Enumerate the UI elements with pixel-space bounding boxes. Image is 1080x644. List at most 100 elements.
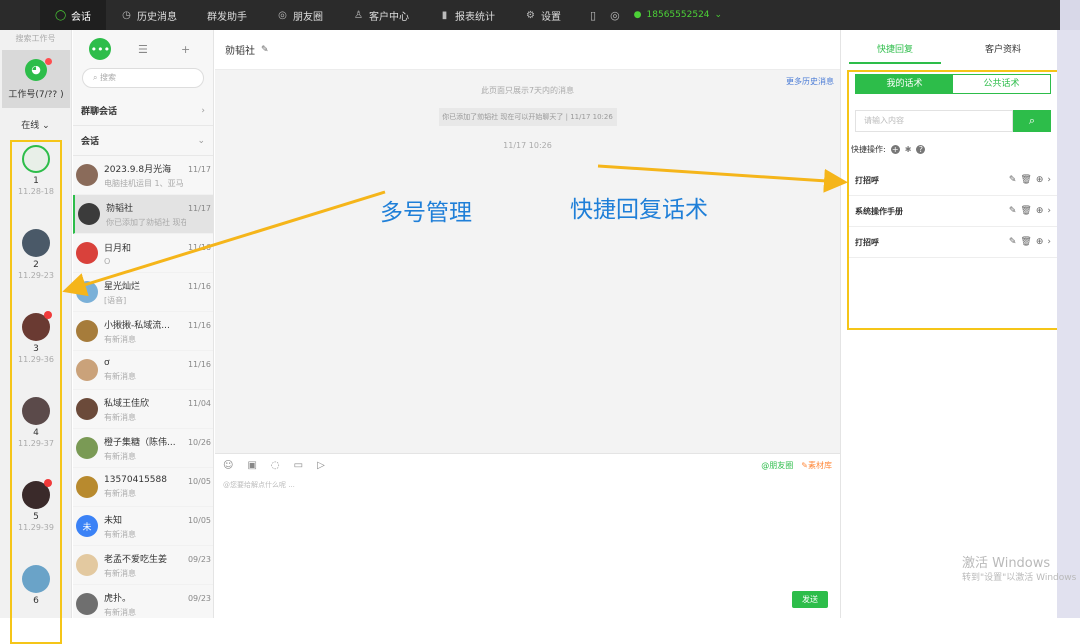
moments-button[interactable]: @朋友圈 bbox=[761, 460, 793, 471]
account-item[interactable]: 3 11.29-36 bbox=[12, 311, 60, 366]
clock-icon: ◷ bbox=[122, 9, 131, 21]
account-item[interactable]: 2 11.29-23 bbox=[12, 229, 60, 282]
conversation-item[interactable]: ơ 有新消息 11/16 bbox=[73, 351, 213, 390]
chevron-right-icon[interactable]: › bbox=[1047, 206, 1051, 216]
add-icon[interactable]: + bbox=[890, 144, 900, 154]
account-item[interactable]: 4 11.29-37 bbox=[12, 397, 60, 450]
account-number: 5 bbox=[33, 512, 39, 522]
emoji-icon[interactable]: ☺ bbox=[223, 460, 233, 471]
conversation-time: 11/17 bbox=[187, 165, 211, 174]
more-history-link[interactable]: 更多历史消息 bbox=[786, 76, 834, 87]
account-number: 1 bbox=[33, 176, 39, 186]
script-item[interactable]: 系统操作手册 ✎ 🗑 ⊕ › bbox=[849, 196, 1057, 227]
conversation-item[interactable]: 未未知 有新消息 10/05 bbox=[73, 507, 213, 546]
tab-quick-reply[interactable]: 快捷回复 bbox=[841, 30, 949, 70]
image-icon[interactable]: ▣ bbox=[247, 460, 256, 471]
conversation-search-input[interactable]: ⌕ 搜索 bbox=[82, 68, 204, 88]
account-search-input[interactable]: 搜索工作号 bbox=[0, 30, 71, 48]
conversation-time: 11/16 bbox=[187, 321, 211, 330]
delete-icon[interactable]: 🗑 bbox=[1020, 237, 1031, 247]
input-toolbar: ☺ ▣ ◌ ▭ ▷ @朋友圈 ✎素材库 bbox=[215, 454, 840, 476]
conversation-item[interactable]: 星光灿烂 [语音] 11/16 bbox=[73, 273, 213, 312]
chevron-right-icon[interactable]: › bbox=[1047, 237, 1051, 247]
quick-reply-box: 我的话术 公共话术 请输入内容 ⌕ 快捷操作: + ✱ ? 打招呼 ✎ 🗑 ⊕ › 系统操… bbox=[847, 70, 1059, 330]
folder-icon[interactable]: ▭ bbox=[294, 460, 303, 471]
gear-icon: ⚙ bbox=[526, 9, 535, 21]
conversation-item[interactable]: 勍韬社你已添加了勍韬社 现在可...11/17 bbox=[73, 195, 213, 234]
nav-label: 朋友圈 bbox=[293, 11, 323, 23]
account-date: 11.29-23 bbox=[18, 271, 54, 280]
wechat-account-group[interactable]: ◕ 工作号(7/?? ) bbox=[2, 50, 70, 108]
conversation-item[interactable]: 虎扑。 有新消息 09/23 bbox=[73, 585, 213, 618]
delete-icon[interactable]: 🗑 bbox=[1020, 175, 1031, 185]
nav-item-6[interactable]: ⚙ 设置 bbox=[510, 0, 576, 30]
send-button[interactable]: 发送 bbox=[792, 591, 828, 608]
chat-icon: ◯ bbox=[55, 9, 67, 21]
delete-icon[interactable]: 🗑 bbox=[1020, 206, 1031, 216]
message-input[interactable]: @您要给解点什么呢 ... bbox=[215, 476, 840, 494]
conversation-tabs: ••• ☰ + bbox=[73, 30, 213, 68]
nav-item-0[interactable]: ◯ 会话 bbox=[40, 0, 106, 30]
nav-item-5[interactable]: ▮ 报表统计 bbox=[424, 0, 510, 30]
toolbar-right: ▯ ◎ ● 18565552524 ⌄ bbox=[590, 0, 722, 30]
sticker-icon[interactable]: ◌ bbox=[271, 460, 280, 471]
add-icon[interactable]: ⊕ bbox=[1036, 175, 1044, 185]
conversation-item[interactable]: 13570415588 有新消息 10/05 bbox=[73, 468, 213, 507]
script-title: 系统操作手册 bbox=[855, 206, 903, 216]
nav-item-2[interactable]: 群发助手 bbox=[192, 0, 262, 30]
conversation-item[interactable]: 2023.9.8月光海电脑挂机运目 1、亚马逊社...11/17 bbox=[73, 156, 213, 195]
add-friend-icon[interactable]: + bbox=[175, 38, 197, 60]
edit-icon[interactable]: ✎ bbox=[1009, 175, 1017, 185]
contacts-tab-icon[interactable]: ☰ bbox=[132, 38, 154, 60]
edit-icon[interactable]: ✎ bbox=[261, 45, 269, 55]
conversation-item[interactable]: 日月和 O 11/16 bbox=[73, 234, 213, 273]
nav-item-3[interactable]: ◎ 朋友圈 bbox=[262, 0, 338, 30]
nav-item-4[interactable]: ♙ 客户中心 bbox=[338, 0, 424, 30]
script-item[interactable]: 打招呼 ✎ 🗑 ⊕ › bbox=[849, 227, 1057, 258]
edit-icon[interactable]: ✎ bbox=[1009, 237, 1017, 247]
conversation-item[interactable]: 小揪揪-私域流... 有新消息 11/16 bbox=[73, 312, 213, 351]
video-icon[interactable]: ▷ bbox=[317, 460, 325, 471]
avatar bbox=[76, 281, 98, 303]
last-message: 电脑挂机运目 1、亚马逊社... bbox=[104, 178, 184, 188]
tab-customer-info[interactable]: 客户资料 bbox=[949, 30, 1057, 70]
material-library-button[interactable]: ✎素材库 bbox=[801, 460, 832, 471]
annotation-quick-reply: 快捷回复话术 bbox=[570, 197, 708, 223]
account-item[interactable]: 1 11.28-18 bbox=[12, 145, 60, 198]
script-search-input[interactable]: 请输入内容 bbox=[855, 110, 1013, 132]
add-icon[interactable]: ⊕ bbox=[1036, 237, 1044, 247]
script-item[interactable]: 打招呼 ✎ 🗑 ⊕ › bbox=[849, 165, 1057, 196]
edit-icon[interactable]: ✎ bbox=[1009, 206, 1017, 216]
conversation-item[interactable]: 老孟不爱吃生姜 有新消息 09/23 bbox=[73, 546, 213, 585]
script-actions: ✎ 🗑 ⊕ › bbox=[1009, 175, 1051, 185]
account-item[interactable]: 6 bbox=[12, 565, 60, 606]
contact-name: 私域王佳欣 bbox=[104, 398, 150, 409]
group-chat-section[interactable]: 群聊会话 › bbox=[73, 96, 213, 126]
conversation-item[interactable]: 私域王佳欣 有新消息 11/04 bbox=[73, 390, 213, 429]
chevron-right-icon[interactable]: › bbox=[1047, 175, 1051, 185]
account-date: 11.29-36 bbox=[18, 355, 54, 364]
conversation-info: 虎扑。 有新消息 bbox=[104, 591, 184, 618]
current-user[interactable]: ● 18565552524 ⌄ bbox=[634, 10, 722, 20]
search-icon[interactable]: ⌕ bbox=[1013, 110, 1051, 132]
gear-icon[interactable]: ✱ bbox=[905, 145, 912, 154]
script-title: 打招呼 bbox=[855, 175, 879, 185]
book-icon[interactable]: ▯ bbox=[590, 9, 596, 22]
conversation-time: 11/16 bbox=[187, 243, 211, 252]
public-scripts-tab[interactable]: 公共话术 bbox=[953, 75, 1050, 93]
database-icon[interactable]: ◎ bbox=[610, 9, 620, 22]
add-icon[interactable]: ⊕ bbox=[1036, 206, 1044, 216]
conversation-item[interactable]: 橙子集糖（陈伟... 有新消息 10/26 bbox=[73, 429, 213, 468]
last-message: [语音] bbox=[104, 295, 127, 305]
chat-tab-icon[interactable]: ••• bbox=[89, 38, 112, 60]
avatar bbox=[22, 397, 50, 425]
chat-section[interactable]: 会话 ⌄ bbox=[73, 126, 213, 156]
nav-item-1[interactable]: ◷ 历史消息 bbox=[106, 0, 192, 30]
conversation-info: 勍韬社你已添加了勍韬社 现在可... bbox=[106, 201, 186, 228]
message-timestamp: 11/17 10:26 bbox=[503, 141, 552, 150]
help-icon[interactable]: ? bbox=[916, 144, 926, 154]
status-dropdown[interactable]: 在线 ⌄ bbox=[0, 118, 71, 131]
unread-dot bbox=[45, 58, 52, 65]
my-scripts-tab[interactable]: 我的话术 bbox=[856, 75, 953, 93]
account-item[interactable]: 5 11.29-39 bbox=[12, 479, 60, 534]
